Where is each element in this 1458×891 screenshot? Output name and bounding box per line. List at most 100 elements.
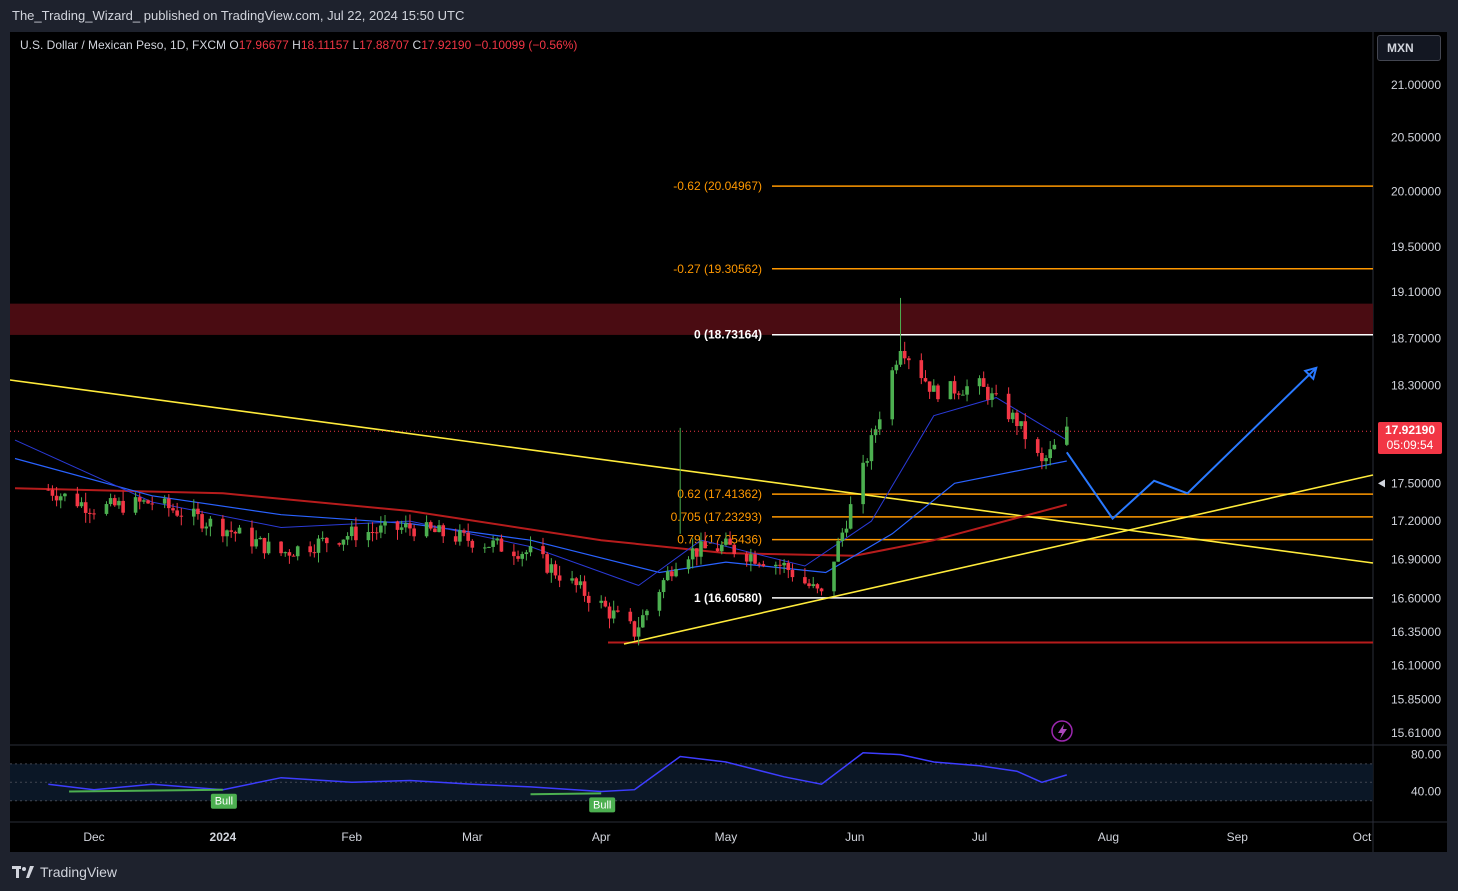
candle-body <box>865 461 870 463</box>
candle-body <box>250 527 254 547</box>
candle-body <box>927 381 932 392</box>
candle-body <box>366 532 371 541</box>
candle-body <box>961 394 965 396</box>
candle-body <box>137 497 142 502</box>
candle-body <box>374 532 379 534</box>
bull-label: Bull <box>593 799 611 811</box>
candle-body <box>803 577 807 584</box>
candle-body <box>46 489 51 491</box>
fib-level-label: 0.62 (17.41362) <box>677 487 762 501</box>
candle-body <box>724 538 728 545</box>
candle-body <box>665 571 670 581</box>
price-axis-tick: 17.50000 <box>1391 476 1441 490</box>
candle-body <box>316 538 321 553</box>
candle-body <box>844 528 849 533</box>
candle-body <box>774 564 778 567</box>
candle-body <box>977 378 982 387</box>
candle-body <box>632 621 637 637</box>
fib-level-label: -0.62 (20.04967) <box>673 179 762 193</box>
candle-body <box>956 393 961 395</box>
candle-body <box>424 522 429 537</box>
candle-body <box>133 497 138 513</box>
fib-level-label: 1 (16.60580) <box>694 591 762 605</box>
candle-body <box>790 569 795 578</box>
rsi-axis-tick: 40.00 <box>1411 785 1441 799</box>
candle-body <box>266 541 271 554</box>
candle-body <box>200 514 204 529</box>
candle-body <box>499 538 504 552</box>
tradingview-logo[interactable]: TradingView <box>12 862 117 882</box>
candle-body <box>341 539 346 545</box>
tradingview-icon <box>12 866 34 878</box>
change-value: −0.10099 (−0.56%) <box>474 38 578 52</box>
candle-body <box>890 370 895 420</box>
candle-body <box>873 429 878 436</box>
bull-divergence-line <box>530 792 602 796</box>
candle-body <box>491 540 495 547</box>
candle-body <box>92 513 96 515</box>
resistance-zone <box>10 303 1373 335</box>
candle-body <box>516 556 520 559</box>
candle-body <box>994 393 998 395</box>
price-axis-tick: 18.30000 <box>1391 379 1441 393</box>
price-axis-tick: 20.00000 <box>1391 185 1441 199</box>
candle-body <box>142 500 146 502</box>
candle-body <box>395 521 400 530</box>
candle-body <box>877 419 882 430</box>
candle-body <box>553 564 558 576</box>
ticker-legend: U.S. Dollar / Mexican Peso, 1D, FXCM O17… <box>20 38 577 52</box>
candle-body <box>807 583 811 587</box>
candle-body <box>83 502 88 513</box>
price-chart-svg[interactable]: -0.62 (20.04967) -0.27 (19.30562) 0 (18.73… <box>10 32 1447 852</box>
price-axis-tick: 18.70000 <box>1391 331 1441 345</box>
price-axis-tick: 16.90000 <box>1391 553 1441 567</box>
brand-label: TradingView <box>40 864 118 880</box>
candle-body <box>1065 426 1069 445</box>
candle-body <box>703 541 707 549</box>
candle-body <box>616 610 620 612</box>
candle-body <box>923 378 928 382</box>
candle-body <box>254 539 258 547</box>
symbol-label: U.S. Dollar / Mexican Peso, 1D, FXCM <box>20 38 227 52</box>
candle-body <box>229 530 233 532</box>
candle-body <box>312 552 317 554</box>
candle-body <box>167 498 171 509</box>
candle-body <box>836 541 840 562</box>
candle-body <box>674 569 678 577</box>
candle-body <box>337 543 342 545</box>
candle-body <box>237 527 242 534</box>
fib-level-label: -0.27 (19.30562) <box>673 262 762 276</box>
candle-body <box>208 518 213 527</box>
candle-body <box>433 528 437 533</box>
candle-body <box>1035 439 1040 453</box>
chart-area[interactable]: -0.62 (20.04967) -0.27 (19.30562) 0 (18.73… <box>10 32 1447 852</box>
high-value: 18.11157 <box>300 38 350 52</box>
fib-level-label: 0 (18.73164) <box>694 328 762 342</box>
open-value: 17.96677 <box>238 38 289 52</box>
candle-body <box>728 538 732 545</box>
candle-body <box>952 381 957 394</box>
price-axis-tick: 16.60000 <box>1391 592 1441 606</box>
candle-body <box>283 552 288 554</box>
candle-body <box>607 606 612 619</box>
candle-body <box>699 541 703 557</box>
candle-body <box>58 496 63 501</box>
time-axis-tick: Mar <box>462 830 483 844</box>
candle-body <box>744 553 749 562</box>
open-label: O <box>229 38 239 52</box>
high-label: H <box>292 38 301 52</box>
candle-body <box>258 537 263 540</box>
close-label: C <box>412 38 422 52</box>
candle-body <box>221 518 225 537</box>
candle-body <box>117 500 121 506</box>
price-axis-tick: 20.50000 <box>1391 131 1441 145</box>
candle-body <box>861 462 865 505</box>
candle-body <box>990 393 994 400</box>
low-value: 17.88707 <box>359 38 410 52</box>
candle-body <box>408 523 412 529</box>
candle-body <box>379 525 383 533</box>
candle-body <box>715 548 720 552</box>
currency-button[interactable]: MXN <box>1377 35 1441 61</box>
candle-body <box>986 386 990 400</box>
candle-body <box>919 360 924 379</box>
